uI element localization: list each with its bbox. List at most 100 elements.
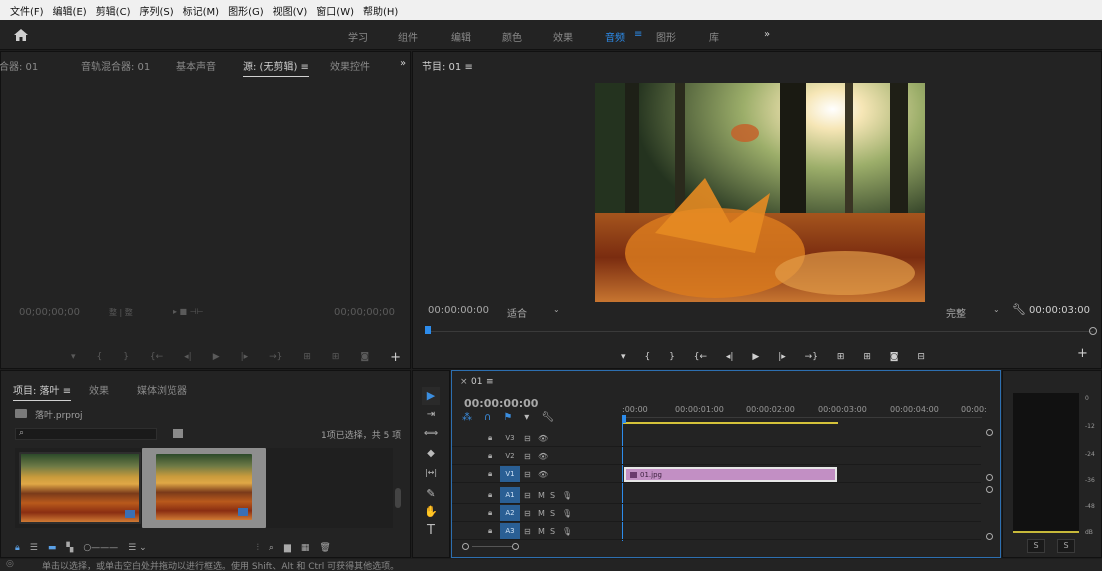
tab-project-menu-icon[interactable]: ≡ bbox=[63, 386, 71, 397]
selection-tool-icon[interactable]: ▶ bbox=[422, 387, 440, 405]
project-search-input[interactable]: ⌕ bbox=[15, 428, 157, 440]
track-solo-button[interactable]: S bbox=[550, 491, 562, 500]
program-timecode[interactable]: 00:00:00:00 bbox=[428, 305, 489, 316]
lock-icon[interactable]: 🔒︎ bbox=[15, 543, 20, 553]
track-target-a3[interactable]: A3 bbox=[500, 523, 520, 539]
program-title[interactable]: 节目: 01 ≡ bbox=[422, 58, 473, 73]
track-visibility-eye-icon[interactable]: 👁︎ bbox=[538, 434, 552, 443]
track-sync-icon[interactable]: ⊟ bbox=[524, 527, 538, 536]
scroll-handle-icon[interactable] bbox=[986, 474, 993, 481]
workspace-assembly[interactable]: 组件 bbox=[398, 29, 418, 44]
menu-sequence[interactable]: 序列(S) bbox=[139, 3, 173, 18]
program-fit-dropdown-icon[interactable]: ⌄ bbox=[553, 305, 560, 314]
track-mute-button[interactable]: M bbox=[538, 527, 550, 536]
source-zoom-select[interactable]: 整 | 整 bbox=[109, 307, 133, 318]
track-target-a1[interactable]: A1 bbox=[500, 487, 520, 503]
timeline-tab-label[interactable]: 01 bbox=[471, 377, 482, 387]
home-icon[interactable] bbox=[14, 29, 28, 41]
program-playhead[interactable] bbox=[425, 326, 431, 334]
track-visibility-eye-icon[interactable]: 👁︎ bbox=[538, 470, 552, 479]
tab-audio-clip-mixer[interactable]: 音频剪辑混合器: 01 bbox=[0, 58, 38, 73]
work-area-bar[interactable] bbox=[622, 422, 838, 424]
linked-selection-icon[interactable]: ⚑ bbox=[503, 412, 512, 424]
source-go-to-out-icon[interactable]: →} bbox=[269, 352, 282, 362]
track-target-v1[interactable]: V1 bbox=[500, 466, 520, 482]
tab-source-menu-icon[interactable]: ≡ bbox=[301, 62, 309, 73]
track-mute-button[interactable]: M bbox=[538, 509, 550, 518]
menu-window[interactable]: 窗口(W) bbox=[316, 3, 354, 18]
timeline-horizontal-scrollbar[interactable] bbox=[462, 543, 522, 551]
wrench-icon[interactable]: 🔧︎ bbox=[1012, 303, 1026, 316]
menu-graphics[interactable]: 图形(G) bbox=[228, 3, 264, 18]
source-step-forward-icon[interactable]: |▸ bbox=[241, 352, 249, 362]
program-mark-in-icon[interactable]: { bbox=[644, 352, 650, 362]
program-go-to-in-icon[interactable]: {← bbox=[694, 352, 707, 362]
track-sync-icon[interactable]: ⊟ bbox=[524, 491, 538, 500]
workspace-overflow[interactable]: » bbox=[764, 29, 770, 40]
timeline-close-icon[interactable]: × bbox=[460, 377, 468, 387]
program-add-button-icon[interactable]: + bbox=[1077, 346, 1088, 361]
track-lock-icon[interactable]: 🔒︎ bbox=[488, 433, 500, 443]
scroll-handle-icon[interactable] bbox=[986, 429, 993, 436]
program-quality-dropdown-icon[interactable]: ⌄ bbox=[993, 305, 1000, 314]
project-scrollbar[interactable] bbox=[395, 488, 401, 508]
program-mark-out-icon[interactable]: } bbox=[669, 352, 675, 362]
meter-solo-left[interactable]: S bbox=[1027, 539, 1045, 553]
automate-icon[interactable]: ⫶ bbox=[257, 543, 259, 553]
sort-icon[interactable]: ☰ ⌄ bbox=[128, 543, 146, 553]
tab-media-browser[interactable]: 媒体浏览器 bbox=[137, 382, 187, 397]
track-lock-icon[interactable]: 🔒︎ bbox=[488, 469, 500, 479]
program-zoom-handle-icon[interactable] bbox=[1089, 327, 1097, 335]
track-sync-icon[interactable]: ⊟ bbox=[524, 509, 538, 518]
pen-tool-icon[interactable]: ✎ bbox=[422, 487, 440, 500]
track-lock-icon[interactable]: 🔒︎ bbox=[488, 490, 500, 500]
workspace-editing[interactable]: 编辑 bbox=[451, 29, 471, 44]
timeline-ruler[interactable]: :00:00 00:00:01:00 00:00:02:00 00:00:03:… bbox=[622, 405, 987, 425]
source-mark-in-icon[interactable]: { bbox=[97, 352, 103, 362]
track-lock-icon[interactable]: 🔒︎ bbox=[488, 451, 500, 461]
source-tab-overflow[interactable]: » bbox=[400, 58, 406, 69]
microphone-icon[interactable]: 🎙︎ bbox=[562, 509, 574, 518]
scroll-handle-icon[interactable] bbox=[986, 533, 993, 540]
hand-tool-icon[interactable]: ✋ bbox=[422, 505, 440, 518]
tab-effect-controls[interactable]: 效果控件 bbox=[330, 58, 370, 73]
menu-edit[interactable]: 编辑(E) bbox=[53, 3, 87, 18]
source-step-back-icon[interactable]: ◂| bbox=[184, 352, 192, 362]
track-sync-icon[interactable]: ⊟ bbox=[524, 452, 538, 461]
scroll-handle-icon[interactable] bbox=[986, 486, 993, 493]
track-lock-icon[interactable]: 🔒︎ bbox=[488, 508, 500, 518]
source-timecode-left[interactable]: 00;00;00;00 bbox=[19, 307, 80, 318]
program-lift-icon[interactable]: ⊞ bbox=[837, 352, 845, 362]
timeline-playhead-handle[interactable] bbox=[622, 415, 626, 423]
tab-project[interactable]: 项目: 落叶 ≡ bbox=[13, 382, 72, 401]
project-item-selected[interactable] bbox=[142, 448, 266, 528]
track-sync-icon[interactable]: ⊟ bbox=[524, 434, 538, 443]
track-target-a2[interactable]: A2 bbox=[500, 505, 520, 521]
source-play-icon[interactable]: ▶ bbox=[213, 352, 220, 362]
freeform-view-icon[interactable]: ▚ bbox=[66, 543, 73, 553]
menu-help[interactable]: 帮助(H) bbox=[363, 3, 398, 18]
tab-source[interactable]: 源: (无剪辑) ≡ bbox=[243, 58, 309, 77]
source-go-to-in-icon[interactable]: {← bbox=[150, 352, 163, 362]
source-add-marker-icon[interactable]: ▾ bbox=[71, 352, 76, 362]
type-tool-icon[interactable]: T bbox=[422, 523, 440, 538]
nest-icon[interactable]: ⁂ bbox=[462, 412, 472, 424]
track-mute-button[interactable]: M bbox=[538, 491, 550, 500]
microphone-icon[interactable]: 🎙︎ bbox=[562, 491, 574, 500]
razor-tool-icon[interactable]: ◆ bbox=[422, 448, 440, 459]
workspace-graphics[interactable]: 图形 bbox=[656, 29, 676, 44]
zoom-slider[interactable]: ○——— bbox=[83, 543, 118, 553]
program-menu-icon[interactable]: ≡ bbox=[464, 62, 472, 73]
timeline-settings-wrench-icon[interactable]: 🔧︎ bbox=[541, 412, 554, 424]
workspace-effects[interactable]: 效果 bbox=[553, 29, 573, 44]
program-extract-icon[interactable]: ⊞ bbox=[863, 352, 871, 362]
menu-file[interactable]: 文件(F) bbox=[10, 3, 44, 18]
menu-markers[interactable]: 标记(M) bbox=[183, 3, 219, 18]
menu-view[interactable]: 视图(V) bbox=[273, 3, 308, 18]
track-solo-button[interactable]: S bbox=[550, 509, 562, 518]
new-bin-icon[interactable] bbox=[173, 429, 183, 438]
track-sync-icon[interactable]: ⊟ bbox=[524, 470, 538, 479]
program-add-marker-icon[interactable]: ▾ bbox=[621, 352, 626, 362]
ripple-edit-tool-icon[interactable]: ⟺ bbox=[422, 428, 440, 439]
timeline-timecode[interactable]: 00:00:00:00 bbox=[464, 397, 538, 410]
